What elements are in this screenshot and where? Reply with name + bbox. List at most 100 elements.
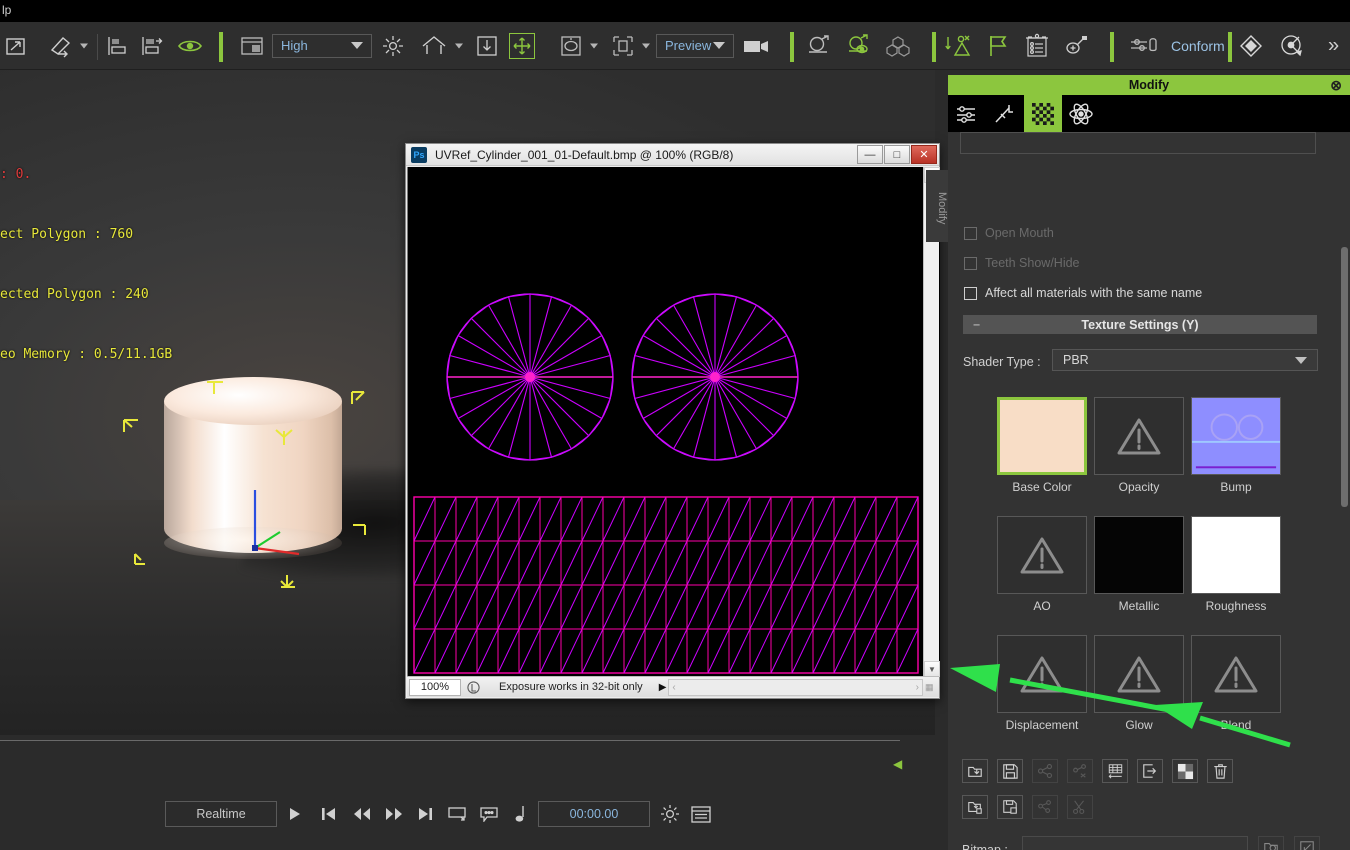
photoshop-window[interactable]: Ps UVRef_Cylinder_001_01-Default.bmp @ 1…	[405, 143, 940, 699]
photoshop-hscroll-right-arrow[interactable]: ›	[916, 682, 919, 693]
channel-slot-base-color[interactable]: Base Color	[997, 397, 1091, 494]
photoshop-scroll-down-arrow[interactable]: ▼	[924, 661, 940, 677]
section-collapse-icon[interactable]: −	[973, 318, 980, 332]
realtime-button[interactable]: Realtime	[165, 801, 277, 827]
jump-to-end-button[interactable]	[415, 804, 435, 824]
affect-all-materials-checkbox-icon[interactable]	[964, 286, 977, 300]
glow-swatch[interactable]	[1094, 635, 1184, 713]
roughness-swatch[interactable]	[1191, 516, 1281, 594]
diamond-icon[interactable]	[1238, 33, 1264, 59]
scale-chevron-down-icon[interactable]	[642, 43, 650, 48]
load-sub-texture-button[interactable]	[962, 795, 988, 819]
light-icon[interactable]	[380, 33, 406, 59]
photoshop-doc-thumb-icon[interactable]	[461, 680, 485, 694]
load-texture-button[interactable]	[962, 759, 988, 783]
channel-slot-opacity[interactable]: Opacity	[1094, 397, 1188, 494]
channel-slot-glow[interactable]: Glow	[1094, 635, 1188, 732]
home-icon[interactable]	[420, 33, 448, 59]
conform-icon[interactable]	[1128, 33, 1164, 59]
audio-note-button[interactable]	[510, 803, 530, 825]
photoshop-horizontal-scrollbar[interactable]: ‹ ›	[668, 678, 923, 696]
play-button[interactable]	[285, 804, 305, 824]
camera-icon[interactable]	[742, 36, 772, 56]
fast-forward-button[interactable]	[383, 804, 405, 824]
timecode-field[interactable]: 00:00.00	[538, 801, 650, 827]
export-texture-button[interactable]	[1137, 759, 1163, 783]
overflow-chevron-icon[interactable]: »	[1328, 34, 1339, 57]
add-key-icon[interactable]	[1062, 33, 1090, 59]
channel-slot-displacement[interactable]: Displacement	[997, 635, 1091, 732]
panel-close-icon[interactable]: ⊗	[1330, 77, 1342, 94]
menu-bar[interactable]: lp	[0, 0, 1350, 22]
channel-slot-bump[interactable]: Bump	[1191, 397, 1285, 494]
delete-texture-button[interactable]	[1207, 759, 1233, 783]
import-icon[interactable]	[475, 34, 499, 58]
browse-bitmap-button[interactable]	[1258, 836, 1284, 850]
gear-sun-icon[interactable]	[659, 803, 681, 825]
align-distribute-icon[interactable]	[138, 33, 166, 59]
tab-physics[interactable]	[1062, 95, 1100, 132]
transform-chevron-down-icon[interactable]	[80, 43, 88, 48]
ao-swatch[interactable]	[997, 516, 1087, 594]
transform-tool-icon[interactable]	[44, 31, 78, 61]
rotate-tool-icon[interactable]	[558, 33, 584, 59]
channel-slot-metallic[interactable]: Metallic	[1094, 516, 1188, 613]
checkbox-affect-all-materials[interactable]: Affect all materials with the same name	[964, 286, 1202, 300]
layout-panel-icon[interactable]	[238, 34, 266, 58]
panel-vertical-tab[interactable]: Modify	[926, 170, 948, 242]
target-select-icon[interactable]	[1278, 33, 1306, 59]
jump-to-start-button[interactable]	[318, 804, 338, 824]
expand-viewport-icon[interactable]	[2, 32, 30, 60]
photoshop-zoom-field[interactable]: 100%	[409, 678, 461, 696]
teeth-show-hide-checkbox-icon[interactable]	[964, 256, 977, 270]
scale-tool-icon[interactable]	[610, 33, 636, 59]
channel-slot-blend[interactable]: Blend	[1191, 635, 1285, 732]
conform-label[interactable]: Conform	[1171, 38, 1225, 54]
comment-button[interactable]	[478, 804, 500, 824]
tab-pose[interactable]	[986, 95, 1024, 132]
checker-map-button[interactable]	[1172, 759, 1198, 783]
tab-adjust[interactable]	[948, 95, 986, 132]
uv-reference-canvas[interactable]	[408, 167, 924, 677]
move-tool-icon[interactable]	[509, 32, 535, 59]
opacity-swatch[interactable]	[1094, 397, 1184, 475]
quality-select[interactable]: High	[272, 33, 372, 58]
photoshop-maximize-button[interactable]: □	[884, 145, 910, 164]
visibility-eye-icon[interactable]	[176, 34, 204, 58]
gender-male-icon[interactable]	[805, 32, 833, 60]
base-color-swatch[interactable]	[997, 397, 1087, 475]
channel-slot-roughness[interactable]: Roughness	[1191, 516, 1285, 613]
photoshop-canvas-area[interactable]	[407, 167, 940, 677]
preview-select[interactable]: Preview	[656, 33, 734, 58]
loop-range-button[interactable]	[446, 804, 470, 824]
shader-type-select[interactable]: PBR	[1052, 349, 1318, 371]
channel-slot-ao[interactable]: AO	[997, 516, 1091, 613]
rewind-button[interactable]	[351, 804, 373, 824]
save-sub-texture-button[interactable]	[997, 795, 1023, 819]
panel-scrollbar-thumb[interactable]	[1341, 247, 1348, 507]
photoshop-title-bar[interactable]: Ps UVRef_Cylinder_001_01-Default.bmp @ 1…	[406, 144, 939, 166]
blocks-icon[interactable]	[884, 33, 912, 59]
save-texture-button[interactable]	[997, 759, 1023, 783]
tab-material[interactable]	[1024, 95, 1062, 132]
list-panel-icon[interactable]	[690, 804, 712, 824]
checkbox-teeth-show-hide[interactable]: Teeth Show/Hide	[964, 256, 1080, 270]
flag-icon[interactable]	[985, 33, 1011, 59]
bitmap-field[interactable]	[1022, 836, 1248, 850]
menu-item-help[interactable]: lp	[2, 3, 11, 17]
bump-swatch[interactable]	[1191, 397, 1281, 475]
rotate-chevron-down-icon[interactable]	[590, 43, 598, 48]
checkbox-open-mouth[interactable]: Open Mouth	[964, 226, 1054, 240]
photoshop-vertical-scrollbar[interactable]: ▲ ▼	[923, 167, 940, 677]
align-left-icon[interactable]	[104, 33, 132, 59]
displacement-swatch[interactable]	[997, 635, 1087, 713]
material-name-field[interactable]	[960, 132, 1316, 154]
timeline-settings-icon[interactable]	[1023, 32, 1051, 60]
photoshop-close-button[interactable]: ✕	[911, 145, 937, 164]
photoshop-hscroll-left-arrow[interactable]: ‹	[672, 682, 675, 693]
photoshop-minimize-button[interactable]: —	[857, 145, 883, 164]
home-chevron-down-icon[interactable]	[455, 43, 463, 48]
photoshop-status-expand-icon[interactable]: ▶	[659, 682, 667, 693]
gender-transform-icon[interactable]	[845, 32, 873, 60]
pick-bitmap-button[interactable]	[1294, 836, 1320, 850]
